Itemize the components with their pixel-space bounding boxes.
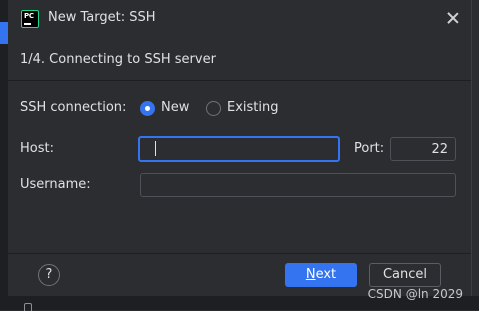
username-label: Username: <box>20 177 91 192</box>
host-input[interactable] <box>138 136 340 162</box>
cancel-button[interactable]: Cancel <box>369 263 441 287</box>
next-label-rest: ext <box>315 267 337 282</box>
help-icon: ? <box>45 267 53 282</box>
host-label: Host: <box>20 141 54 156</box>
ssh-connection-label: SSH connection: <box>20 100 127 115</box>
step-header: 1/4. Connecting to SSH server <box>8 38 471 81</box>
ide-selected-marker <box>0 22 8 44</box>
radio-new-label[interactable]: New <box>161 100 189 115</box>
radio-existing[interactable] <box>206 101 221 116</box>
app-icon-text: PC <box>24 12 34 20</box>
next-button[interactable]: Next <box>285 263 357 287</box>
dialog-title: New Target: SSH <box>48 10 156 25</box>
username-input[interactable] <box>140 173 456 197</box>
ide-sidebar-strip <box>0 0 8 310</box>
step-title: 1/4. Connecting to SSH server <box>20 52 216 67</box>
port-label: Port: <box>354 141 385 156</box>
footer-divider <box>8 253 471 254</box>
next-mnemonic: N <box>305 267 316 282</box>
radio-new[interactable] <box>140 101 155 116</box>
close-icon[interactable] <box>445 10 461 26</box>
pycharm-logo-icon: PC <box>21 10 39 28</box>
radio-existing-label[interactable]: Existing <box>227 100 279 115</box>
new-target-dialog: PC New Target: SSH 1/4. Connecting to SS… <box>8 0 472 296</box>
dialog-titlebar: PC New Target: SSH <box>8 0 471 38</box>
port-input[interactable] <box>390 137 456 161</box>
help-button[interactable]: ? <box>38 264 60 286</box>
text-caret <box>155 141 156 156</box>
watermark-text: CSDN @ln 2029 <box>367 287 463 301</box>
